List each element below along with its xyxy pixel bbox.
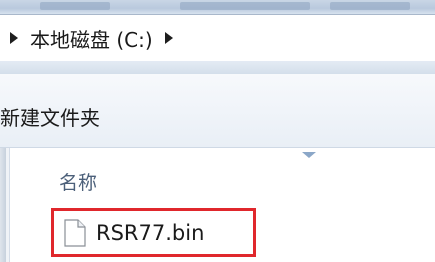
address-bar-lower-edge [0, 61, 435, 74]
new-folder-button[interactable]: 新建文件夹 [0, 102, 100, 131]
window-title-strip [0, 0, 435, 14]
explorer-window: 本地磁盘 (C:) 新建文件夹 名称 RSR77.bin [0, 0, 435, 262]
sort-ascending-icon [302, 152, 316, 158]
address-bar[interactable]: 本地磁盘 (C:) [0, 14, 435, 74]
column-header-name[interactable]: 名称 [59, 168, 97, 195]
generic-file-icon [64, 218, 86, 247]
file-name-label: RSR77.bin [96, 220, 205, 245]
title-blur [40, 2, 110, 10]
list-item[interactable]: RSR77.bin [51, 208, 256, 257]
file-list: 名称 RSR77.bin [10, 148, 435, 262]
title-blur [330, 2, 410, 10]
breadcrumb[interactable]: 本地磁盘 (C:) [0, 15, 435, 61]
navigation-pane-scrollbar[interactable] [0, 148, 6, 262]
breadcrumb-root-arrow-icon[interactable] [10, 32, 18, 44]
breadcrumb-item-local-disk-c[interactable]: 本地磁盘 (C:) [30, 24, 153, 53]
breadcrumb-expand-arrow-icon[interactable] [164, 32, 173, 44]
command-toolbar: 新建文件夹 [0, 74, 435, 148]
title-blur [180, 2, 310, 10]
